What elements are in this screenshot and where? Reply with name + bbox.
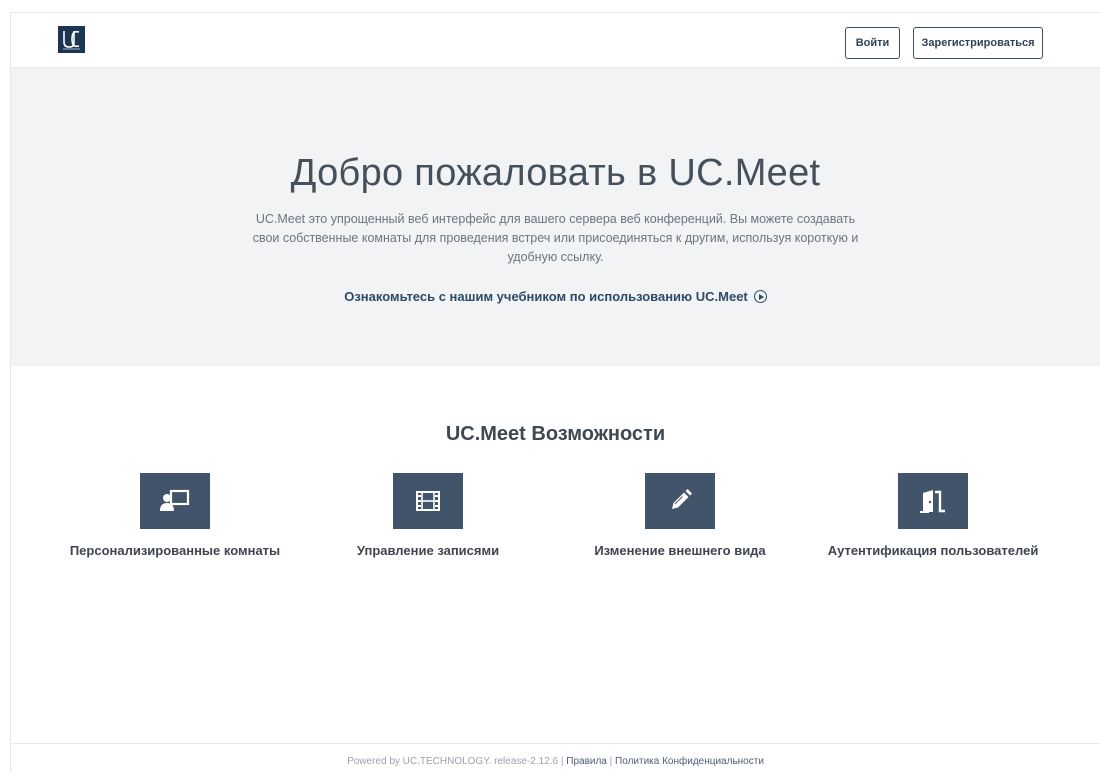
feature-label: Управление записями [356,543,500,558]
features-list: Персонализированные комнаты Управление з… [11,473,1100,573]
hero-section: Добро пожаловать в UC.Meet UC.Meet это у… [11,68,1100,366]
uc-logo[interactable] [58,26,85,53]
presentation-room-icon [140,473,210,529]
hero-title: Добро пожаловать в UC.Meet [290,152,821,194]
features-title: UC.Meet Возможности [445,423,666,445]
footer-powered-text: Powered by UC.TECHNOLOGY. release-2.12.6… [347,756,564,767]
footer-separator: | [609,756,613,767]
feature-label: Изменение внешнего вида [594,543,766,558]
tutorial-link[interactable]: Ознакомьтесь с нашим учебником по исполь… [11,289,1100,304]
footer-rules-link[interactable]: Правила [566,756,607,767]
footer-privacy-link[interactable]: Политика Конфиденциальности [615,756,764,767]
film-icon [393,473,463,529]
navbar: Войти Зарегистрироваться [11,13,1100,68]
page: Войти Зарегистрироваться Добро пожаловат… [10,12,1100,772]
feature-authentication: Аутентификация пользователей [803,473,1063,558]
door-icon [898,473,968,529]
tutorial-link-label: Ознакомьтесь с нашим учебником по исполь… [344,289,748,304]
pencil-icon [645,473,715,529]
feature-recordings: Управление записями [298,473,558,558]
uc-logo-icon [58,26,85,53]
login-button[interactable]: Войти [845,27,900,59]
feature-personal-rooms: Персонализированные комнаты [45,473,305,558]
feature-appearance: Изменение внешнего вида [550,473,810,558]
signup-button[interactable]: Зарегистрироваться [913,27,1043,59]
footer: Powered by UC.TECHNOLOGY. release-2.12.6… [11,743,1100,774]
feature-label: Аутентификация пользователей [827,543,1039,558]
play-circle-icon [753,290,767,303]
hero-description: UC.Meet это упрощенный веб интерфейс для… [252,212,859,264]
feature-label: Персонализированные комнаты [69,543,281,558]
